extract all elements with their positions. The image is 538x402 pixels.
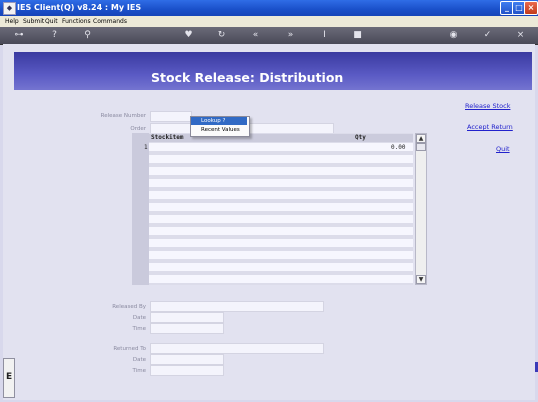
key-icon[interactable]: ⊶ xyxy=(10,30,28,41)
menu-quit[interactable]: Quit xyxy=(45,16,58,27)
form-title: Stock Release: Distribution xyxy=(151,70,344,85)
release-number-label: Release Number xyxy=(100,113,146,119)
rewind-icon[interactable]: « xyxy=(250,30,261,41)
heart-icon[interactable]: ♥ xyxy=(183,30,194,41)
return-time-field[interactable] xyxy=(150,365,224,376)
power-icon[interactable]: ↻ xyxy=(216,30,227,41)
table-row[interactable] xyxy=(149,239,413,247)
grid-row-numbers xyxy=(132,133,149,285)
table-row[interactable] xyxy=(149,143,413,151)
row-qty: 0.00 xyxy=(391,144,406,151)
table-row[interactable] xyxy=(149,179,413,187)
return-date-field[interactable] xyxy=(150,354,224,365)
forward-icon[interactable]: » xyxy=(285,30,296,41)
scroll-thumb[interactable] xyxy=(416,143,426,151)
check-icon[interactable]: ✓ xyxy=(482,30,493,41)
app-icon: ◆ xyxy=(3,2,16,15)
release-date-label: Date xyxy=(132,315,146,321)
col-stockitem-header: Stockitem xyxy=(151,134,184,141)
menu-help[interactable]: Help xyxy=(5,16,19,27)
stop-icon[interactable]: ■ xyxy=(352,30,363,41)
quit-link[interactable]: Quit xyxy=(496,145,510,153)
release-time-label: Time xyxy=(132,326,146,332)
table-row[interactable] xyxy=(149,191,413,199)
table-row[interactable] xyxy=(149,155,413,163)
menu-submit[interactable]: Submit xyxy=(23,16,44,27)
window-title: IES Client(Q) v8.24 : My IES xyxy=(17,3,142,12)
table-row[interactable] xyxy=(149,251,413,259)
table-row[interactable] xyxy=(149,275,413,283)
help-icon[interactable]: ? xyxy=(49,30,60,41)
search-icon[interactable]: ⚲ xyxy=(82,30,93,41)
release-stock-link[interactable]: Release Stock xyxy=(465,102,510,110)
text-cursor-icon[interactable]: I xyxy=(319,30,330,41)
order-label: Order xyxy=(130,126,146,132)
return-date-label: Date xyxy=(132,357,146,363)
release-date-field[interactable] xyxy=(150,312,224,323)
table-row[interactable] xyxy=(149,167,413,175)
popup-lookup-item[interactable]: Lookup ? xyxy=(191,117,247,125)
menu-functions[interactable]: Functions xyxy=(62,16,91,27)
globe-icon[interactable]: ◉ xyxy=(448,30,459,41)
grid-scrollbar[interactable] xyxy=(415,133,427,285)
close-button[interactable]: × xyxy=(524,1,538,15)
popup-recent-values-item[interactable]: Recent Values xyxy=(191,126,247,134)
returned-to-label: Returned To xyxy=(113,346,146,352)
table-row[interactable] xyxy=(149,203,413,211)
release-time-field[interactable] xyxy=(150,323,224,334)
scroll-up-icon[interactable]: ▲ xyxy=(416,134,426,143)
close-icon[interactable]: × xyxy=(515,30,526,41)
table-row[interactable] xyxy=(149,263,413,271)
release-number-field[interactable] xyxy=(150,111,192,122)
return-time-label: Time xyxy=(132,368,146,374)
menu-commands[interactable]: Commands xyxy=(93,16,127,27)
grid-header xyxy=(149,134,413,142)
table-row[interactable] xyxy=(149,215,413,223)
col-qty-header: Qty xyxy=(355,134,366,141)
scroll-down-icon[interactable]: ▼ xyxy=(416,275,426,284)
accept-return-link[interactable]: Accept Return xyxy=(467,123,513,131)
released-by-label: Released By xyxy=(112,304,146,310)
table-row[interactable] xyxy=(149,227,413,235)
returned-to-field[interactable] xyxy=(150,343,324,354)
released-by-field[interactable] xyxy=(150,301,324,312)
side-panel-glyph: E xyxy=(6,372,13,382)
row-number: 1 xyxy=(144,144,148,151)
